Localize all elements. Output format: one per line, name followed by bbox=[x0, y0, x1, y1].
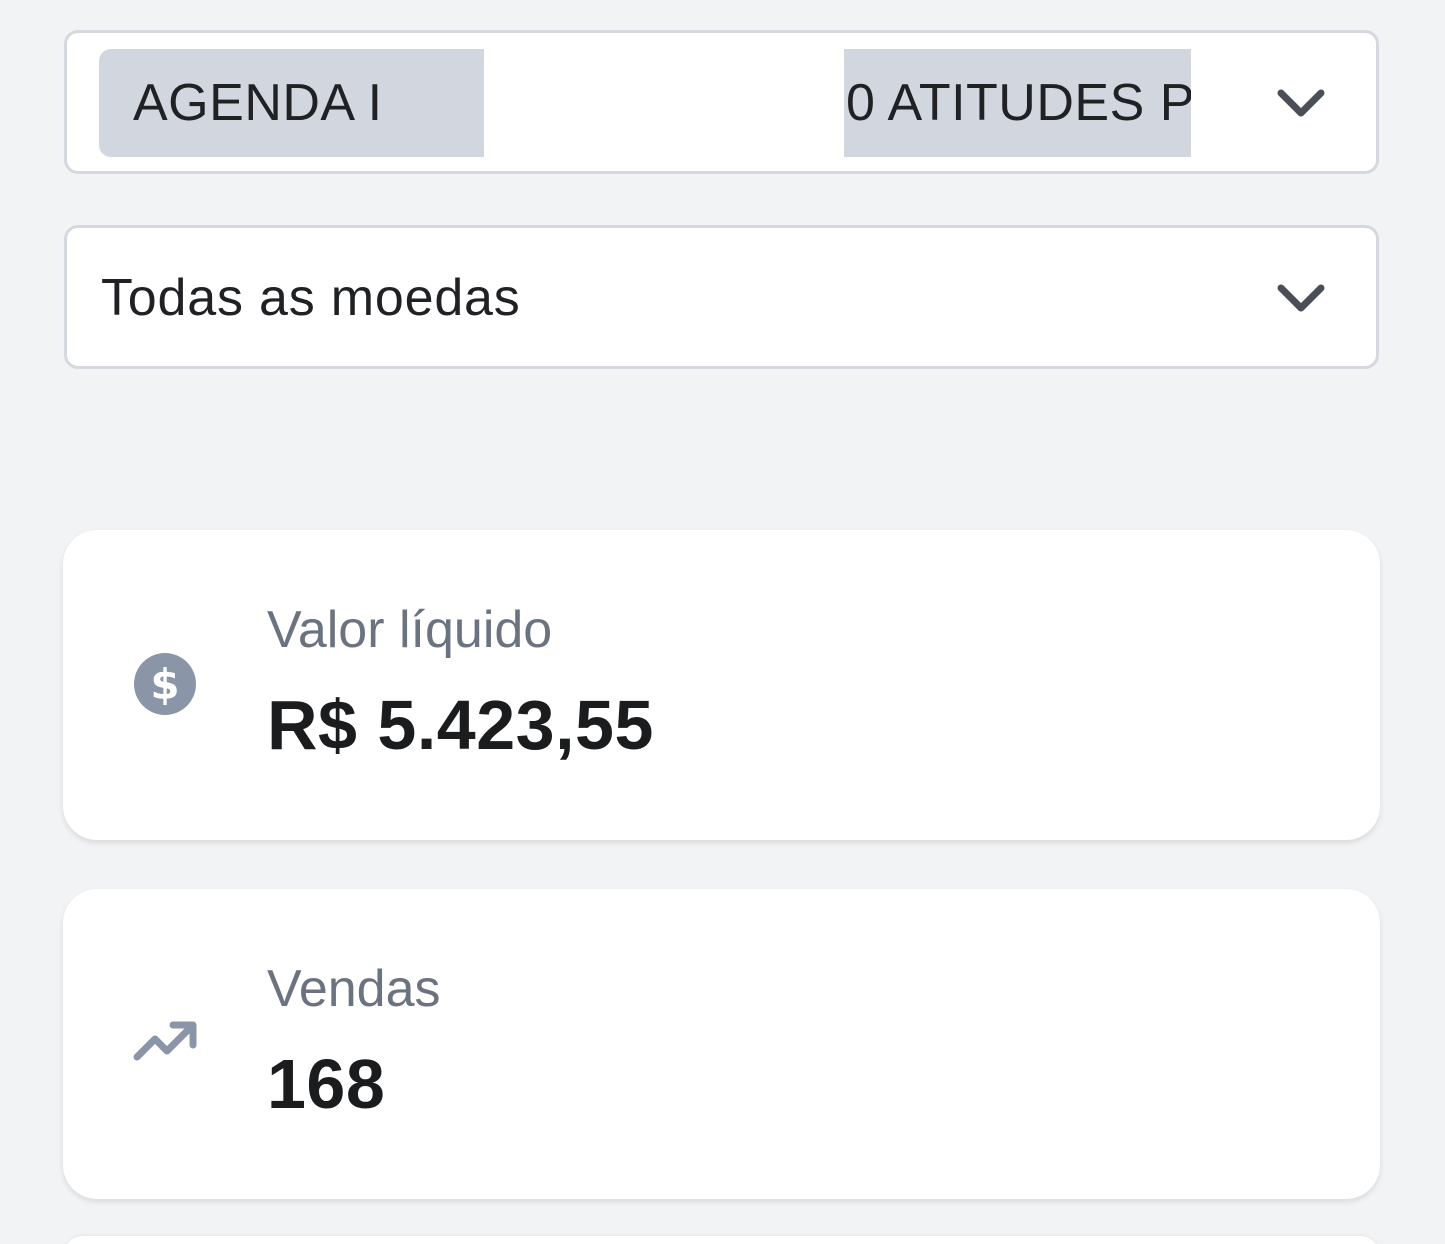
product-select-value-end: 0 ATITUDES PARA bbox=[846, 74, 1191, 132]
chevron-down-icon[interactable] bbox=[1273, 280, 1329, 316]
trending-up-icon bbox=[133, 1021, 197, 1061]
product-select[interactable]: AGENDA I 0 ATITUDES PARA bbox=[64, 30, 1379, 174]
product-select-value: AGENDA I 0 ATITUDES PARA bbox=[99, 49, 1191, 157]
svg-text:$: $ bbox=[150, 660, 179, 709]
next-card bbox=[63, 1236, 1380, 1244]
redaction-block bbox=[484, 49, 844, 157]
net-value-label: Valor líquido bbox=[267, 601, 553, 659]
dollar-circle-icon: $ bbox=[134, 653, 196, 715]
product-select-value-start: AGENDA I bbox=[133, 74, 383, 132]
currency-select[interactable]: Todas as moedas bbox=[64, 225, 1379, 369]
currency-select-value: Todas as moedas bbox=[101, 269, 521, 327]
sales-card: Vendas 168 bbox=[63, 889, 1380, 1199]
page: AGENDA I 0 ATITUDES PARA Todas as moedas… bbox=[0, 0, 1445, 1244]
chevron-down-icon[interactable] bbox=[1273, 85, 1329, 121]
net-value-card: $ Valor líquido R$ 5.423,55 bbox=[63, 530, 1380, 840]
net-value-amount: R$ 5.423,55 bbox=[267, 686, 654, 764]
sales-count: 168 bbox=[267, 1045, 386, 1123]
sales-label: Vendas bbox=[267, 960, 441, 1018]
